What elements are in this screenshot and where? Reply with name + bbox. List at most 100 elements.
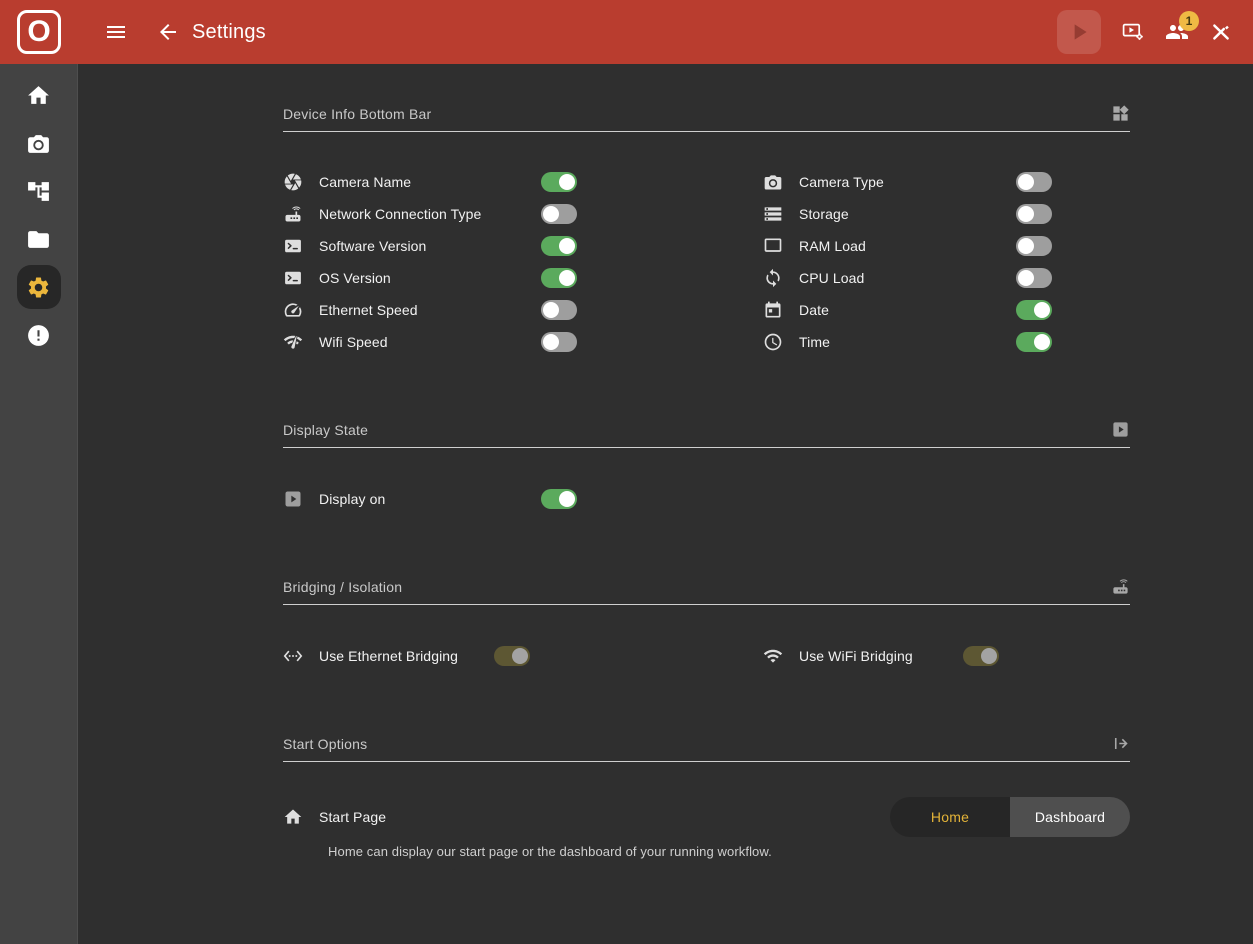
setting-label: Display on (319, 491, 541, 507)
setting-label: Network Connection Type (319, 206, 541, 222)
gear-icon (26, 275, 51, 300)
router-icon (283, 204, 303, 224)
toggle-wifi-bridging[interactable] (963, 646, 999, 666)
toggle-ethernet-speed[interactable] (541, 300, 577, 320)
sidebar-item-camera[interactable] (17, 121, 61, 165)
toggle-network-connection-type[interactable] (541, 204, 577, 224)
display-settings-button[interactable] (1121, 20, 1145, 44)
clock-icon (763, 332, 783, 352)
setting-label: RAM Load (799, 238, 1016, 254)
section-header: Display State (283, 420, 1130, 448)
speedometer-icon (283, 300, 303, 320)
monitor-icon (763, 236, 783, 256)
toggle-ethernet-bridging[interactable] (494, 646, 530, 666)
toggle-date[interactable] (1016, 300, 1052, 320)
toggle-camera-type[interactable] (1016, 172, 1052, 192)
setting-row-display-on: Display on (283, 483, 577, 515)
setting-label: Camera Type (799, 174, 1016, 190)
loop-icon (763, 268, 783, 288)
setting-row-camera-type: Camera Type (763, 166, 1052, 198)
toggle-knob (559, 270, 575, 286)
terminal-icon (283, 268, 303, 288)
terminal-icon (283, 236, 303, 256)
section-header: Bridging / Isolation (283, 577, 1130, 605)
setting-label: Use Ethernet Bridging (319, 648, 494, 664)
settings-content: Device Info Bottom Bar Camera Name Camer… (78, 64, 1253, 944)
slideshow-icon (1111, 420, 1130, 439)
sidebar-item-settings[interactable] (17, 265, 61, 309)
error-icon (26, 323, 51, 348)
setting-row-storage: Storage (763, 198, 1052, 230)
section-title: Device Info Bottom Bar (283, 106, 431, 122)
section-title: Bridging / Isolation (283, 579, 402, 595)
setting-label: CPU Load (799, 270, 1016, 286)
toggle-knob (1034, 334, 1050, 350)
display-settings-icon (1121, 20, 1145, 44)
setting-label: Date (799, 302, 1016, 318)
section-start-options: Start Options Start Page Home Dashboard … (283, 734, 1130, 859)
setting-row-ethernet-speed: Ethernet Speed (283, 294, 577, 326)
logo-letter: O (17, 10, 61, 54)
start-icon (1111, 734, 1130, 753)
setting-label: OS Version (319, 270, 541, 286)
toggle-camera-name[interactable] (541, 172, 577, 192)
setting-row-ethernet-bridging: Use Ethernet Bridging (283, 640, 530, 672)
toggle-software-version[interactable] (541, 236, 577, 256)
setting-label: Ethernet Speed (319, 302, 541, 318)
toggle-wifi-speed[interactable] (541, 332, 577, 352)
sidebar-item-workflow[interactable] (17, 169, 61, 213)
start-page-option-dashboard[interactable]: Dashboard (1010, 797, 1130, 837)
toggle-ram-load[interactable] (1016, 236, 1052, 256)
start-page-option-home[interactable]: Home (890, 797, 1010, 837)
section-title: Display State (283, 422, 368, 438)
setting-row-date: Date (763, 294, 1052, 326)
section-title: Start Options (283, 736, 367, 752)
setting-row-camera-name: Camera Name (283, 166, 577, 198)
toggle-display-on[interactable] (541, 489, 577, 509)
toggle-knob (981, 648, 997, 664)
sidebar-item-notifications[interactable] (17, 313, 61, 357)
section-bridging: Bridging / Isolation Use Ethernet Bridgi… (283, 577, 1130, 672)
tools-button[interactable] (1209, 20, 1233, 44)
setting-row-os-version: OS Version (283, 262, 577, 294)
home-icon (26, 83, 51, 108)
toggle-knob (1018, 238, 1034, 254)
wifi-icon (763, 646, 783, 666)
toggle-knob (1018, 206, 1034, 222)
home-icon (283, 807, 303, 827)
toggle-storage[interactable] (1016, 204, 1052, 224)
toggle-os-version[interactable] (541, 268, 577, 288)
toggle-cpu-load[interactable] (1016, 268, 1052, 288)
calendar-icon (763, 300, 783, 320)
toggle-knob (559, 491, 575, 507)
toggle-knob (559, 238, 575, 254)
setting-row-software-version: Software Version (283, 230, 577, 262)
play-button-disabled[interactable] (1057, 10, 1101, 54)
setting-label: Software Version (319, 238, 541, 254)
section-header: Device Info Bottom Bar (283, 104, 1130, 132)
camera-icon (26, 131, 51, 156)
back-button[interactable] (156, 20, 180, 44)
shutter-icon (283, 172, 303, 192)
sidebar-item-files[interactable] (17, 217, 61, 261)
setting-label: Storage (799, 206, 1016, 222)
slideshow-icon (283, 489, 303, 509)
toggle-knob (543, 302, 559, 318)
setting-row-ram-load: RAM Load (763, 230, 1052, 262)
setting-label: Wifi Speed (319, 334, 541, 350)
app-header: O Settings 1 (0, 0, 1253, 64)
sidebar-item-home[interactable] (17, 73, 61, 117)
toggle-knob (543, 334, 559, 350)
toggle-knob (1034, 302, 1050, 318)
section-display-state: Display State Display on (283, 420, 1130, 515)
setting-row-cpu-load: CPU Load (763, 262, 1052, 294)
start-page-help-text: Home can display our start page or the d… (328, 844, 1130, 859)
setting-row-time: Time (763, 326, 1052, 358)
storage-icon (763, 204, 783, 224)
setting-row-wifi-speed: Wifi Speed (283, 326, 577, 358)
setting-row-wifi-bridging: Use WiFi Bridging (763, 640, 999, 672)
setting-label: Time (799, 334, 1016, 350)
hamburger-menu-button[interactable] (104, 20, 128, 44)
notification-badge: 1 (1179, 11, 1199, 31)
toggle-time[interactable] (1016, 332, 1052, 352)
